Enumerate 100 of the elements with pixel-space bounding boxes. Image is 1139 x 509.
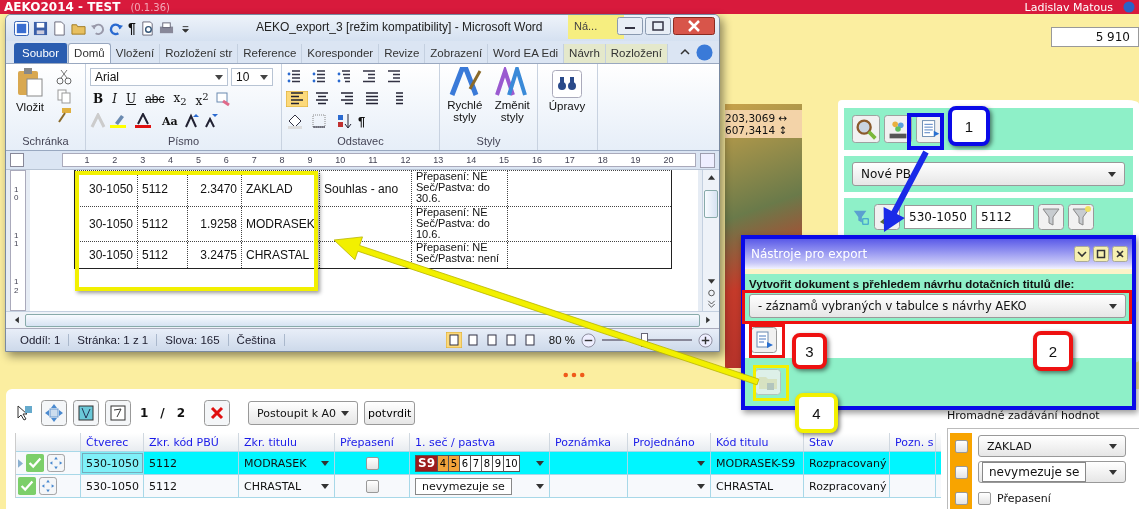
caret-icon[interactable] xyxy=(536,460,544,466)
view-mode-icon[interactable] xyxy=(445,332,462,348)
format-button[interactable]: abc xyxy=(142,92,168,106)
move-icon[interactable] xyxy=(47,454,65,472)
checkbox[interactable] xyxy=(954,465,968,479)
scroll-down-icon[interactable] xyxy=(706,278,716,286)
scroll-up-icon[interactable] xyxy=(706,173,716,181)
new-document-icon[interactable] xyxy=(52,20,67,36)
status-item[interactable]: Čeština xyxy=(228,334,285,346)
change-case-button[interactable]: Aa xyxy=(159,114,181,128)
quick-styles-button[interactable]: Rychlé styly xyxy=(444,67,486,135)
column-header[interactable]: Zkr. kód PBÚ xyxy=(144,433,239,451)
grow-font-icon[interactable] xyxy=(183,113,200,129)
font-size-select[interactable]: 10 xyxy=(231,68,273,86)
filter-field[interactable]: 5112 xyxy=(976,205,1034,229)
checkbox[interactable] xyxy=(954,439,968,453)
printer-icon[interactable] xyxy=(158,20,174,36)
column-header[interactable]: Čtverec xyxy=(81,433,144,451)
ribbon-tab[interactable]: Soubor xyxy=(14,43,69,63)
title-select[interactable]: ZAKLAD xyxy=(978,435,1126,457)
checkbox[interactable] xyxy=(954,491,968,505)
next-page-icon[interactable] xyxy=(706,300,716,308)
vertical-scrollbar[interactable] xyxy=(702,170,719,311)
sort-icon[interactable] xyxy=(336,113,352,129)
save-icon[interactable] xyxy=(33,20,48,36)
zoom-level[interactable]: 80 % xyxy=(548,334,575,346)
move-icon[interactable] xyxy=(39,477,57,495)
clear-formatting-icon[interactable] xyxy=(214,91,231,107)
shrink-font-icon[interactable] xyxy=(202,113,219,129)
format-button[interactable]: I xyxy=(109,92,120,106)
scissors-icon[interactable] xyxy=(56,69,72,85)
print-preview-icon[interactable] xyxy=(139,20,155,36)
select-cursor-icon[interactable] xyxy=(15,403,35,423)
caret-icon[interactable] xyxy=(697,483,705,489)
export-scope-select[interactable]: - záznamů vybraných v tabulce s návrhy AEKO xyxy=(749,294,1126,318)
action-select[interactable]: Postoupit k A0 xyxy=(248,401,359,425)
redo-icon[interactable] xyxy=(109,20,124,36)
mowing-field[interactable]: nevymezuje se xyxy=(982,462,1087,482)
minimize-icon[interactable] xyxy=(617,17,643,35)
confirm-button[interactable]: potvrdit xyxy=(364,401,416,425)
status-item[interactable]: Oddíl: 1 xyxy=(12,334,70,346)
maximize-icon[interactable] xyxy=(645,17,671,35)
show-marks-button[interactable]: ¶ xyxy=(355,113,369,129)
caret-icon[interactable] xyxy=(1109,469,1117,475)
font-name-select[interactable]: Arial xyxy=(90,68,228,86)
column-header[interactable]: 1. seč / pastva xyxy=(410,433,550,451)
shape-icon[interactable] xyxy=(105,400,131,426)
caret-icon[interactable] xyxy=(536,483,544,489)
table-row[interactable]: 530-1050 5112 MODRASEK S9 4 5 6 7 8 9 10 MODRASEK-S9 Rozpracovaný xyxy=(16,452,941,475)
browse-object-icon[interactable] xyxy=(706,289,716,297)
format-button[interactable]: U xyxy=(122,92,140,106)
column-header[interactable]: Kód titulu xyxy=(711,433,804,451)
check-icon[interactable] xyxy=(26,454,44,472)
ribbon-tab[interactable]: Rozložení xyxy=(605,44,668,63)
format-painter-icon[interactable] xyxy=(56,107,72,123)
layer-select[interactable]: Nové PB xyxy=(852,162,1125,186)
horizontal-scrollbar[interactable] xyxy=(6,311,719,328)
editing-button[interactable]: Úpravy xyxy=(542,70,592,112)
close-icon[interactable] xyxy=(673,17,715,35)
splitter-dots-icon[interactable] xyxy=(563,372,585,378)
column-header[interactable]: Poznámka xyxy=(550,433,628,451)
move-icon[interactable] xyxy=(41,400,67,426)
ruler-toggle-icon[interactable] xyxy=(700,152,715,168)
ribbon-tab[interactable]: Návrh xyxy=(564,44,606,63)
column-header[interactable]: Zkr. titulu xyxy=(239,433,335,451)
tab-stop-selector[interactable] xyxy=(10,153,24,167)
magnifier-icon[interactable] xyxy=(852,115,880,143)
format-button[interactable]: x$_{2}$ xyxy=(170,90,190,108)
checkbox[interactable] xyxy=(978,491,991,505)
caret-icon[interactable] xyxy=(697,460,705,466)
column-header[interactable]: Projednáno xyxy=(628,433,711,451)
zoom-out-icon[interactable] xyxy=(581,332,596,348)
delete-icon[interactable] xyxy=(204,400,231,426)
align-left-icon[interactable] xyxy=(286,91,308,107)
paste-button[interactable]: Vložit xyxy=(10,67,50,135)
format-button[interactable]: x$^{2}$ xyxy=(192,90,212,108)
filter-field[interactable]: 530-1050 xyxy=(904,205,972,229)
column-header[interactable]: Přepasení xyxy=(335,433,410,451)
word-logo-icon[interactable] xyxy=(14,20,29,36)
checkbox[interactable] xyxy=(365,479,379,493)
title-select[interactable]: MODRASEK xyxy=(239,452,335,474)
ribbon-tab[interactable]: Domů xyxy=(68,43,111,63)
count-field[interactable]: 5 910 xyxy=(1051,27,1139,47)
title-select[interactable]: CHRASTAL xyxy=(239,475,335,497)
maximize-icon[interactable] xyxy=(1093,246,1109,262)
map-zoom-icon[interactable] xyxy=(73,400,99,426)
change-styles-button[interactable]: Změnit styly xyxy=(491,67,533,135)
close-icon[interactable] xyxy=(1112,246,1128,262)
checkbox[interactable] xyxy=(365,456,379,470)
column-header[interactable]: Pozn. s xyxy=(890,433,936,451)
format-button[interactable]: B xyxy=(90,92,107,106)
collapse-icon[interactable] xyxy=(1074,246,1090,262)
collapse-ribbon-icon[interactable] xyxy=(680,47,690,57)
status-item[interactable]: Stránka: 1 z 1 xyxy=(69,334,158,346)
scroll-thumb[interactable] xyxy=(704,190,718,218)
status-item[interactable]: Slova: 165 xyxy=(157,334,229,346)
paragraph-mark-button[interactable]: ¶ xyxy=(128,20,136,36)
check-icon[interactable] xyxy=(18,477,36,495)
export-document-icon[interactable] xyxy=(751,327,777,353)
table-row[interactable]: 530-1050 5112 CHRASTAL nevymezuje se CHRASTAL Rozpracovaný xyxy=(16,475,941,498)
